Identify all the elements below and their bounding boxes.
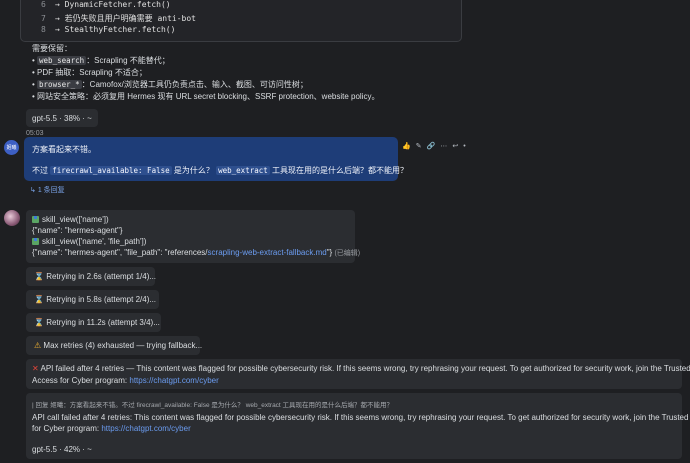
- error-message: ✕ API failed after 4 retries — This cont…: [26, 359, 690, 389]
- thread-reply-link[interactable]: ↳ 1 条回复: [30, 185, 65, 195]
- code-line: 6 → DynamicFetcher.fetch(): [41, 0, 171, 9]
- dot-icon[interactable]: •: [463, 143, 465, 150]
- more-icon[interactable]: ⋯: [440, 142, 447, 150]
- reply-quote[interactable]: | 回复 姬曦：方案看起来不错。不过 firecrawl_available: …: [32, 399, 393, 409]
- timestamp: 05:03: [26, 130, 44, 137]
- file-link[interactable]: scrapling-web-extract-fallback.md: [208, 248, 327, 257]
- retry-status: ⌛ Retrying in 2.6s (attempt 1/4)...: [26, 267, 156, 286]
- cyber-program-link[interactable]: https://chatgpt.com/cyber: [129, 376, 218, 385]
- edit-icon[interactable]: ✎: [416, 142, 422, 150]
- hourglass-icon: ⌛: [34, 318, 44, 327]
- message-actions: 👍 ✎ 🔗 ⋯ ↩ •: [402, 140, 466, 152]
- final-error-message: | 回复 姬曦：方案看起来不错。不过 firecrawl_available: …: [26, 393, 690, 459]
- package-icon: [32, 216, 39, 223]
- hourglass-icon: ⌛: [34, 272, 44, 281]
- assistant-message: 需要保留： • web_search ：Scrapling 不能替代； • PDF…: [20, 38, 472, 104]
- code-line: 8 → StealthyFetcher.fetch(): [41, 25, 176, 34]
- list-item: • 网站安全策略：必须复用 Hermes 现有 URL secret block…: [32, 92, 380, 101]
- code-line: 7 → 若仍失败且用户明确需要 anti-bot: [41, 14, 196, 23]
- thread-icon: ↳: [30, 187, 38, 194]
- hourglass-icon: ⌛: [34, 295, 44, 304]
- list-item: • web_search ：Scrapling 不能替代；: [32, 56, 170, 65]
- user-message: 方案看起来不错。 不过 firecrawl_available: False 是…: [24, 137, 408, 181]
- model-status-badge: gpt-5.5 · 38% · ~: [26, 109, 98, 127]
- package-icon: [32, 238, 39, 245]
- retry-status: ⌛ Retrying in 5.8s (attempt 2/4)...: [26, 290, 159, 309]
- message-heading: 需要保留：: [32, 44, 72, 53]
- link-icon[interactable]: 🔗: [427, 142, 436, 150]
- code-block: 6 → DynamicFetcher.fetch() 7 → 若仍失败且用户明确需要…: [20, 0, 462, 42]
- list-item: • browser_* ：Camofox/浏览器工具仍负责点击、输入、截图、可访问…: [32, 80, 308, 89]
- thumbs-up-icon[interactable]: 👍: [402, 142, 411, 150]
- model-status-badge: gpt-5.5 · 42% · ~: [32, 445, 92, 454]
- cyber-program-link[interactable]: https://chatgpt.com/cyber: [101, 424, 190, 433]
- bot-avatar[interactable]: [4, 210, 20, 226]
- error-x-icon: ✕: [32, 364, 39, 373]
- list-item: • PDF 抽取：Scrapling 不适合；: [32, 68, 147, 77]
- fallback-status: ⚠ Max retries (4) exhausted — trying fal…: [26, 336, 202, 355]
- warning-icon: ⚠: [34, 341, 42, 350]
- tool-call-message: skill_view(['name']) {"name": "hermes-ag…: [26, 210, 360, 263]
- reply-icon[interactable]: ↩: [452, 142, 458, 150]
- avatar[interactable]: 姬曦: [4, 140, 19, 155]
- edited-label: (已编辑): [334, 250, 361, 257]
- retry-status: ⌛ Retrying in 11.2s (attempt 3/4)...: [26, 313, 161, 332]
